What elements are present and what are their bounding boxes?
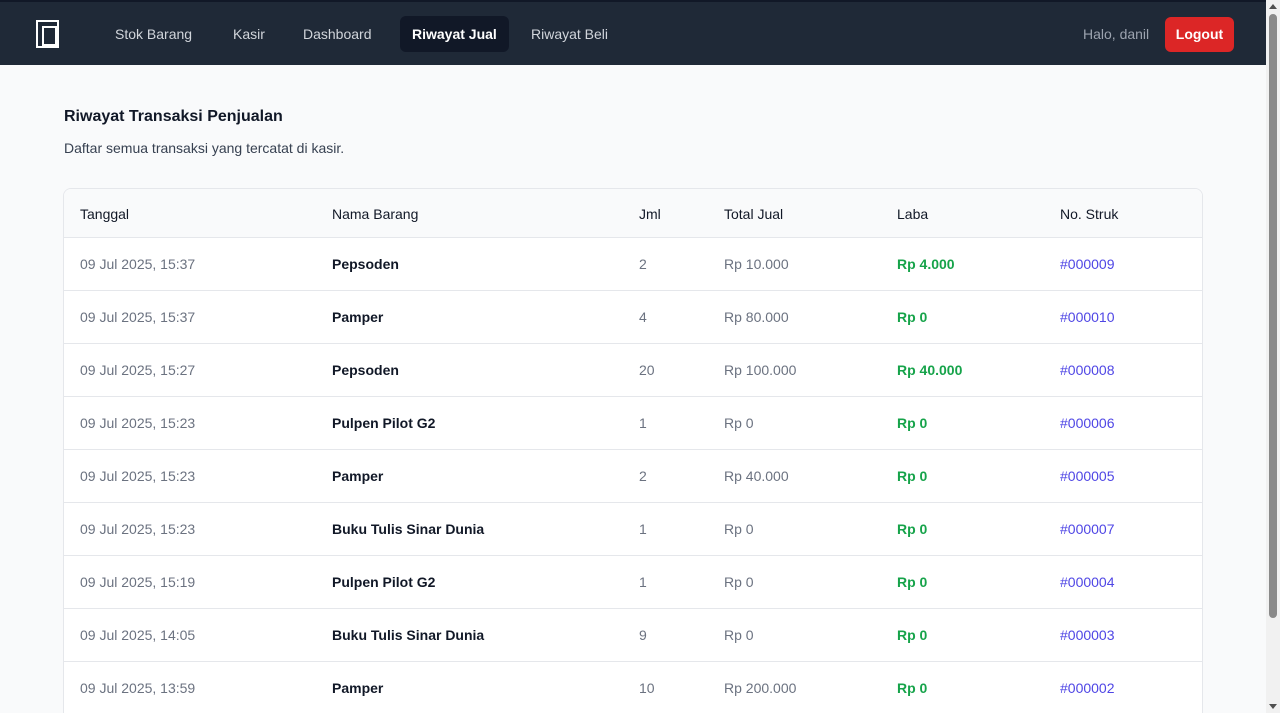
table-row: 09 Jul 2025, 15:23 Buku Tulis Sinar Duni… <box>64 503 1202 556</box>
row-qty: 10 <box>639 680 655 696</box>
row-qty: 1 <box>639 415 647 431</box>
row-total: Rp 100.000 <box>724 362 797 378</box>
row-total: Rp 0 <box>724 521 754 537</box>
table-row: 09 Jul 2025, 15:23 Pulpen Pilot G2 1 Rp … <box>64 397 1202 450</box>
row-qty: 4 <box>639 309 647 325</box>
row-item-name: Pepsoden <box>332 256 399 272</box>
header-qty[interactable]: Jml <box>639 204 661 224</box>
row-date: 09 Jul 2025, 14:05 <box>80 627 196 643</box>
row-qty: 1 <box>639 521 647 537</box>
row-date: 09 Jul 2025, 13:59 <box>80 680 196 696</box>
header-total[interactable]: Total Jual <box>724 204 783 224</box>
table-row: 09 Jul 2025, 15:27 Pepsoden 20 Rp 100.00… <box>64 344 1202 397</box>
row-total: Rp 0 <box>724 574 754 590</box>
table-row: 09 Jul 2025, 15:37 Pepsoden 2 Rp 10.000 … <box>64 238 1202 291</box>
row-profit: Rp 0 <box>897 521 928 537</box>
row-total: Rp 200.000 <box>724 680 797 696</box>
row-item-name: Pulpen Pilot G2 <box>332 574 436 590</box>
door-frame-icon[interactable] <box>36 20 59 48</box>
row-receipt-link[interactable]: #000003 <box>1060 625 1115 645</box>
header-date[interactable]: Tanggal <box>80 204 129 224</box>
scroll-down-arrow-icon[interactable] <box>1269 704 1277 709</box>
row-item-name: Pepsoden <box>332 362 399 378</box>
row-receipt-link[interactable]: #000006 <box>1060 413 1115 433</box>
row-profit: Rp 0 <box>897 627 928 643</box>
row-item-name: Pamper <box>332 468 384 484</box>
header-receipt[interactable]: No. Struk <box>1060 204 1118 224</box>
header-item-name[interactable]: Nama Barang <box>332 204 418 224</box>
row-qty: 2 <box>639 256 647 272</box>
row-profit: Rp 40.000 <box>897 362 963 378</box>
row-item-name: Buku Tulis Sinar Dunia <box>332 521 485 537</box>
row-receipt-link[interactable]: #000005 <box>1060 466 1115 486</box>
row-profit: Rp 0 <box>897 415 928 431</box>
row-qty: 20 <box>639 362 655 378</box>
row-profit: Rp 0 <box>897 680 928 696</box>
table-row: 09 Jul 2025, 15:19 Pulpen Pilot G2 1 Rp … <box>64 556 1202 609</box>
row-date: 09 Jul 2025, 15:23 <box>80 468 196 484</box>
table-header: Tanggal Nama Barang Jml Total Jual Laba … <box>64 189 1202 238</box>
vertical-scrollbar[interactable] <box>1266 0 1280 713</box>
table-row: 09 Jul 2025, 15:37 Pamper 4 Rp 80.000 Rp… <box>64 291 1202 344</box>
row-receipt-link[interactable]: #000010 <box>1060 307 1115 327</box>
row-date: 09 Jul 2025, 15:37 <box>80 309 196 325</box>
row-receipt-link[interactable]: #000004 <box>1060 572 1115 592</box>
row-qty: 2 <box>639 468 647 484</box>
nav-kasir[interactable]: Kasir <box>221 16 277 52</box>
row-total: Rp 80.000 <box>724 309 789 325</box>
nav-dashboard[interactable]: Dashboard <box>291 16 384 52</box>
scrollbar-thumb[interactable] <box>1269 14 1277 618</box>
sales-history-table: Tanggal Nama Barang Jml Total Jual Laba … <box>63 188 1203 713</box>
row-total: Rp 0 <box>724 415 754 431</box>
row-item-name: Buku Tulis Sinar Dunia <box>332 627 485 643</box>
row-date: 09 Jul 2025, 15:37 <box>80 256 196 272</box>
app-viewport: Stok Barang Kasir Dashboard Riwayat Jual… <box>0 0 1266 713</box>
page-title: Riwayat Transaksi Penjualan <box>64 108 283 125</box>
nav-stok-barang[interactable]: Stok Barang <box>103 16 204 52</box>
scroll-up-arrow-icon[interactable] <box>1269 4 1277 9</box>
row-profit: Rp 4.000 <box>897 256 955 272</box>
row-receipt-link[interactable]: #000007 <box>1060 519 1115 539</box>
row-date: 09 Jul 2025, 15:27 <box>80 362 196 378</box>
header-profit[interactable]: Laba <box>897 204 928 224</box>
table-row: 09 Jul 2025, 14:05 Buku Tulis Sinar Duni… <box>64 609 1202 662</box>
row-profit: Rp 0 <box>897 468 928 484</box>
row-item-name: Pamper <box>332 680 384 696</box>
nav-riwayat-beli[interactable]: Riwayat Beli <box>519 16 620 52</box>
row-total: Rp 40.000 <box>724 468 789 484</box>
row-date: 09 Jul 2025, 15:23 <box>80 521 196 537</box>
row-receipt-link[interactable]: #000002 <box>1060 678 1115 698</box>
row-total: Rp 10.000 <box>724 256 789 272</box>
row-date: 09 Jul 2025, 15:19 <box>80 574 196 590</box>
row-profit: Rp 0 <box>897 309 928 325</box>
page-subtitle: Daftar semua transaksi yang tercatat di … <box>64 140 345 156</box>
table-row: 09 Jul 2025, 13:59 Pamper 10 Rp 200.000 … <box>64 662 1202 713</box>
row-date: 09 Jul 2025, 15:23 <box>80 415 196 431</box>
logout-button[interactable]: Logout <box>1165 17 1234 52</box>
row-total: Rp 0 <box>724 627 754 643</box>
row-item-name: Pamper <box>332 309 384 325</box>
row-qty: 1 <box>639 574 647 590</box>
user-greeting: Halo, danil <box>1083 26 1150 42</box>
row-item-name: Pulpen Pilot G2 <box>332 415 436 431</box>
row-qty: 9 <box>639 627 647 643</box>
nav-riwayat-jual[interactable]: Riwayat Jual <box>400 16 509 52</box>
table-row: 09 Jul 2025, 15:23 Pamper 2 Rp 40.000 Rp… <box>64 450 1202 503</box>
row-profit: Rp 0 <box>897 574 928 590</box>
top-navbar: Stok Barang Kasir Dashboard Riwayat Jual… <box>0 0 1266 65</box>
row-receipt-link[interactable]: #000008 <box>1060 360 1115 380</box>
row-receipt-link[interactable]: #000009 <box>1060 254 1115 274</box>
